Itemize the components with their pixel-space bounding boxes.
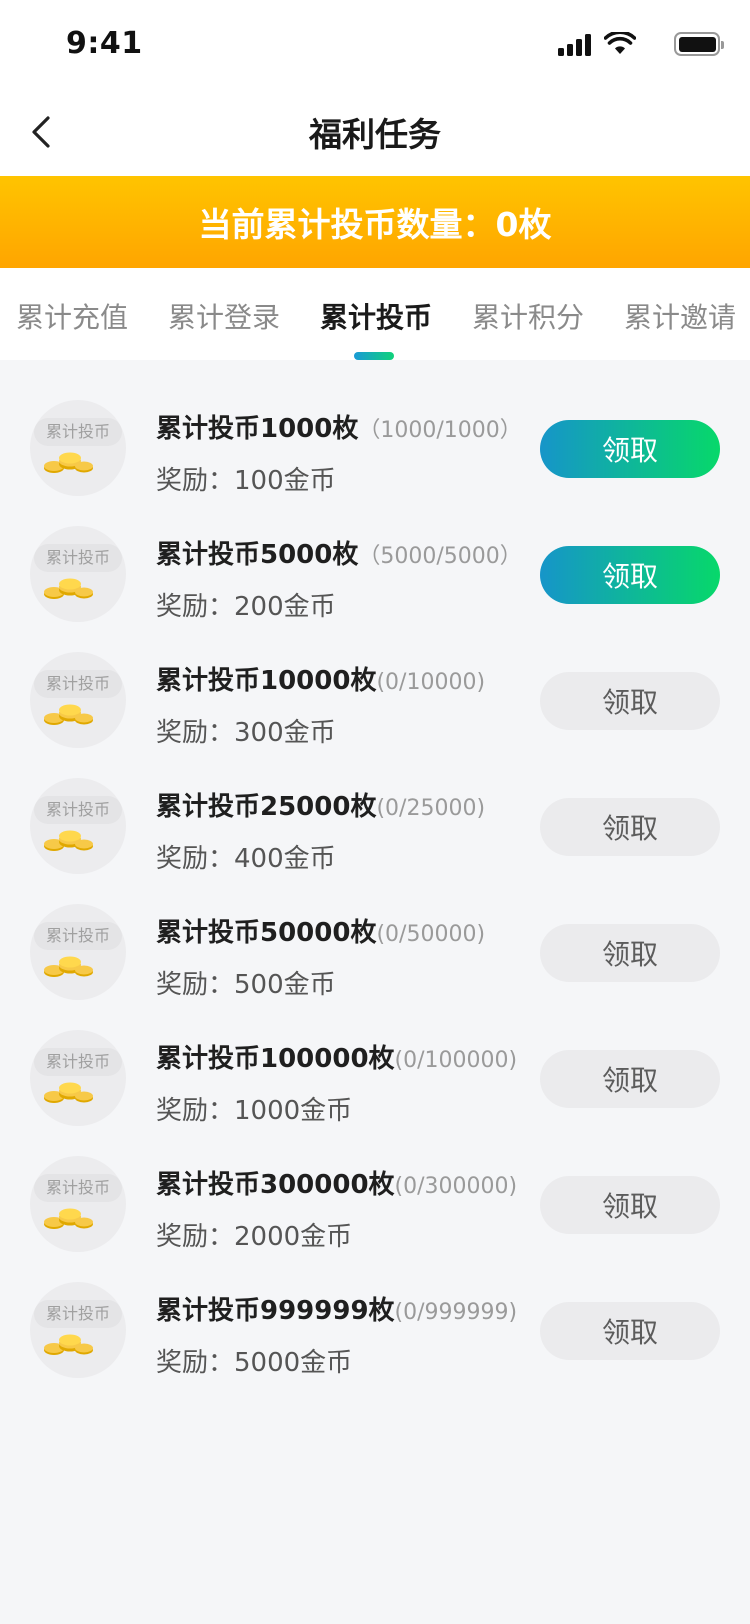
nav-bar: 福利任务 bbox=[0, 88, 750, 176]
task-progress: (0/100000) bbox=[394, 1048, 518, 1073]
task-category-tabs: 累计充值 累计登录 累计投币 累计积分 累计邀请 bbox=[0, 268, 750, 360]
status-icons bbox=[520, 32, 724, 58]
task-progress: (0/25000) bbox=[376, 796, 486, 821]
thumbnail-label: 累计投币 bbox=[34, 1174, 122, 1202]
coin-stack-icon bbox=[44, 1082, 93, 1103]
coin-stack-icon bbox=[44, 452, 93, 473]
task-progress: (0/300000) bbox=[394, 1174, 518, 1199]
task-title: 累计投币1000枚（1000/1000） bbox=[156, 408, 522, 445]
tab-recharge[interactable]: 累计充值 bbox=[16, 296, 128, 336]
task-title: 累计投币999999枚(0/999999) bbox=[156, 1290, 517, 1327]
claim-button[interactable]: 领取 bbox=[540, 924, 720, 982]
thumbnail-label: 累计投币 bbox=[34, 1300, 122, 1328]
task-progress: (0/999999) bbox=[394, 1300, 518, 1325]
thumbnail-label: 累计投币 bbox=[34, 418, 122, 446]
task-row: 累计投币 累计投币300000枚(0/300000) 奖励：2000金币 领取 bbox=[0, 1116, 750, 1252]
task-row: 累计投币 累计投币1000枚（1000/1000） 奖励：100金币 领取 bbox=[0, 360, 750, 496]
task-thumbnail: 累计投币 bbox=[30, 1282, 126, 1378]
task-row: 累计投币 累计投币25000枚(0/25000) 奖励：400金币 领取 bbox=[0, 738, 750, 874]
task-title-text: 累计投币10000枚 bbox=[156, 666, 377, 696]
task-title-text: 累计投币300000枚 bbox=[156, 1170, 395, 1200]
claim-button[interactable]: 领取 bbox=[540, 672, 720, 730]
claim-button[interactable]: 领取 bbox=[540, 1176, 720, 1234]
tab-invite[interactable]: 累计邀请 bbox=[624, 296, 736, 336]
coin-stack-icon bbox=[44, 830, 93, 851]
thumbnail-label: 累计投币 bbox=[34, 670, 122, 698]
coin-stack-icon bbox=[44, 1208, 93, 1229]
task-row: 累计投币 累计投币999999枚(0/999999) 奖励：5000金币 领取 bbox=[0, 1242, 750, 1378]
task-title-text: 累计投币100000枚 bbox=[156, 1044, 395, 1074]
task-title: 累计投币25000枚(0/25000) bbox=[156, 786, 485, 823]
task-thumbnail: 累计投币 bbox=[30, 904, 126, 1000]
banner-text: 当前累计投币数量：0枚 bbox=[198, 205, 552, 244]
task-thumbnail: 累计投币 bbox=[30, 778, 126, 874]
task-progress: (0/50000) bbox=[376, 922, 486, 947]
task-thumbnail: 累计投币 bbox=[30, 1156, 126, 1252]
task-progress: (0/10000) bbox=[376, 670, 486, 695]
task-title: 累计投币100000枚(0/100000) bbox=[156, 1038, 517, 1075]
task-thumbnail: 累计投币 bbox=[30, 652, 126, 748]
task-row: 累计投币 累计投币100000枚(0/100000) 奖励：1000金币 领取 bbox=[0, 990, 750, 1126]
claim-button[interactable]: 领取 bbox=[540, 420, 720, 478]
task-progress: （1000/1000） bbox=[358, 418, 522, 443]
wifi-icon bbox=[604, 32, 636, 54]
task-title: 累计投币300000枚(0/300000) bbox=[156, 1164, 517, 1201]
task-title: 累计投币50000枚(0/50000) bbox=[156, 912, 485, 949]
thumbnail-label: 累计投币 bbox=[34, 1048, 122, 1076]
task-title-text: 累计投币5000枚 bbox=[156, 540, 359, 570]
active-tab-indicator bbox=[354, 352, 394, 360]
task-title-text: 累计投币50000枚 bbox=[156, 918, 377, 948]
task-title-text: 累计投币1000枚 bbox=[156, 414, 359, 444]
task-row: 累计投币 累计投币10000枚(0/10000) 奖励：300金币 领取 bbox=[0, 612, 750, 748]
page-title: 福利任务 bbox=[309, 115, 441, 154]
task-title: 累计投币5000枚（5000/5000） bbox=[156, 534, 522, 571]
claim-button[interactable]: 领取 bbox=[540, 1050, 720, 1108]
thumbnail-label: 累计投币 bbox=[34, 544, 122, 572]
tab-points[interactable]: 累计积分 bbox=[472, 296, 584, 336]
task-title: 累计投币10000枚(0/10000) bbox=[156, 660, 485, 697]
task-title-text: 累计投币25000枚 bbox=[156, 792, 377, 822]
coin-stack-icon bbox=[44, 956, 93, 977]
thumbnail-label: 累计投币 bbox=[34, 922, 122, 950]
tab-coin-insert[interactable]: 累计投币 bbox=[320, 296, 432, 336]
task-list: 累计投币 累计投币1000枚（1000/1000） 奖励：100金币 领取 累计… bbox=[0, 360, 750, 1378]
coin-stack-icon bbox=[44, 1334, 93, 1355]
screen: 9:41 福利任务 当前累计投币数量：0枚 累计充值 累计登录 累计投币 累计积… bbox=[0, 0, 750, 1624]
cellular-signal-icon bbox=[558, 34, 592, 56]
coin-count-banner: 当前累计投币数量：0枚 bbox=[0, 176, 750, 268]
task-thumbnail: 累计投币 bbox=[30, 1030, 126, 1126]
task-thumbnail: 累计投币 bbox=[30, 526, 126, 622]
claim-button[interactable]: 领取 bbox=[540, 798, 720, 856]
task-row: 累计投币 累计投币5000枚（5000/5000） 奖励：200金币 领取 bbox=[0, 486, 750, 622]
tab-login[interactable]: 累计登录 bbox=[168, 296, 280, 336]
task-progress: （5000/5000） bbox=[358, 544, 522, 569]
task-reward: 奖励：5000金币 bbox=[156, 1348, 353, 1378]
battery-icon bbox=[674, 32, 724, 56]
status-bar: 9:41 bbox=[0, 0, 750, 88]
claim-button[interactable]: 领取 bbox=[540, 1302, 720, 1360]
task-row: 累计投币 累计投币50000枚(0/50000) 奖励：500金币 领取 bbox=[0, 864, 750, 1000]
coin-stack-icon bbox=[44, 578, 93, 599]
thumbnail-label: 累计投币 bbox=[34, 796, 122, 824]
claim-button[interactable]: 领取 bbox=[540, 546, 720, 604]
task-title-text: 累计投币999999枚 bbox=[156, 1296, 395, 1326]
coin-stack-icon bbox=[44, 704, 93, 725]
task-thumbnail: 累计投币 bbox=[30, 400, 126, 496]
status-time: 9:41 bbox=[66, 26, 143, 61]
